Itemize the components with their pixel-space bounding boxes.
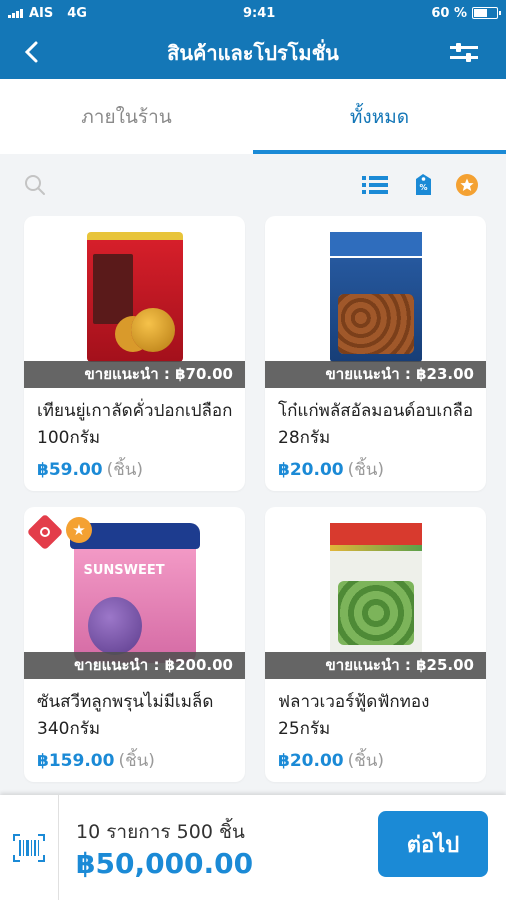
product-price: ฿20.00 <box>278 751 344 771</box>
product-price: ฿59.00 <box>37 460 103 480</box>
cart-total: ฿50,000.00 <box>76 847 254 880</box>
battery-fill <box>473 9 487 17</box>
product-name: โก๋แก่พลัสอัลมอนด์อบเกลือ 28กรัม <box>278 401 474 448</box>
page-title: สินค้าและโปรโมชั่น <box>167 40 339 65</box>
next-button[interactable]: ต่อไป <box>378 811 488 877</box>
product-unit: (ชิ้น) <box>347 751 385 771</box>
product-card[interactable]: ขายแนะนำ : ฿70.00 เทียนยู่เกาลัดคั่วปอกเ… <box>24 216 245 491</box>
tab-bar: ภายในร้าน ทั้งหมด <box>0 79 506 154</box>
list-view-icon[interactable] <box>362 176 388 194</box>
back-chevron-icon[interactable] <box>22 37 40 73</box>
network-label: 4G <box>67 5 87 21</box>
barcode-scan-button[interactable] <box>0 795 59 900</box>
product-grid: ขายแนะนำ : ฿70.00 เทียนยู่เกาลัดคั่วปอกเ… <box>24 216 486 858</box>
search-icon[interactable] <box>24 174 46 196</box>
product-unit: (ชิ้น) <box>347 460 385 480</box>
product-card[interactable]: SUNSWEET ★ ขายแนะนำ : ฿200.00 ซันสวีทลูก… <box>24 507 245 782</box>
barcode-scan-icon <box>13 833 45 862</box>
product-name: ซันสวีทลูกพรุนไม่มีเมล็ด 340กรัม <box>37 692 214 739</box>
tab-in-store[interactable]: ภายในร้าน <box>0 79 253 154</box>
cart-summary-bar: 10 รายการ 500 ชิ้น ฿50,000.00 ต่อไป <box>0 795 506 900</box>
app-header: AIS 4G 9:41 60 % สินค้าและโปรโมชั่น <box>0 0 506 79</box>
battery-icon <box>471 7 501 19</box>
tab-all[interactable]: ทั้งหมด <box>253 79 506 154</box>
carrier-label: AIS <box>29 5 54 21</box>
product-card[interactable]: ขายแนะนำ : ฿23.00 โก๋แก่พลัสอัลมอนด์อบเก… <box>265 216 486 491</box>
recommended-price: ขายแนะนำ : ฿200.00 <box>24 652 245 679</box>
recommended-price: ขายแนะนำ : ฿25.00 <box>265 652 486 679</box>
product-price: ฿20.00 <box>278 460 344 480</box>
clock: 9:41 <box>242 5 276 21</box>
product-name: เทียนยู่เกาลัดคั่วปอกเปลือก 100กรัม <box>37 401 233 448</box>
status-bar: AIS 4G 9:41 60 % <box>0 0 506 26</box>
product-unit: (ชิ้น) <box>106 460 144 480</box>
cart-item-count: 10 รายการ 500 ชิ้น <box>76 821 245 843</box>
filter-sliders-icon[interactable] <box>450 43 478 63</box>
recommended-price: ขายแนะนำ : ฿70.00 <box>24 361 245 388</box>
product-card[interactable]: ขายแนะนำ : ฿25.00 ฟลาวเวอร์ฟู้ดฟักทอง 25… <box>265 507 486 782</box>
recommended-price: ขายแนะนำ : ฿23.00 <box>265 361 486 388</box>
svg-text:%: % <box>419 183 427 192</box>
favorite-badge-icon: ★ <box>66 517 92 543</box>
price-tag-icon[interactable]: % <box>414 173 433 196</box>
battery-percent: 60 % <box>431 5 467 21</box>
nav-row: สินค้าและโปรโมชั่น <box>0 26 506 79</box>
product-price: ฿159.00 <box>37 751 115 771</box>
favorite-star-icon[interactable] <box>456 174 478 196</box>
toolbar: % <box>0 154 506 212</box>
package-brand: SUNSWEET <box>83 563 165 578</box>
product-name: ฟลาวเวอร์ฟู้ดฟักทอง 25กรัม <box>278 692 430 739</box>
product-unit: (ชิ้น) <box>118 751 155 771</box>
signal-icon <box>8 8 23 18</box>
